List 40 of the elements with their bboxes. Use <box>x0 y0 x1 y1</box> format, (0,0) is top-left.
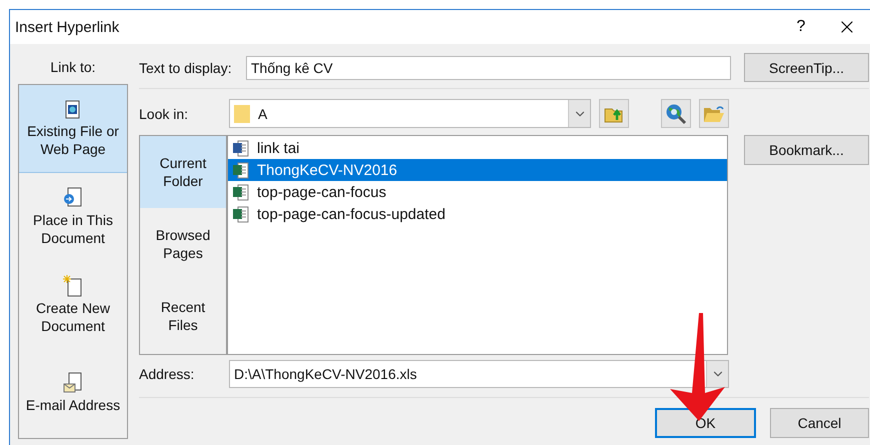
text-to-display-label: Text to display: <box>139 60 233 76</box>
dialog-button[interactable]: Cancel <box>770 408 869 438</box>
folder-icon <box>234 104 250 124</box>
file-list-item[interactable]: top-page-can-focus-updated <box>228 203 727 225</box>
envelope-document-icon <box>63 372 83 394</box>
window-title: Insert Hyperlink <box>15 18 120 36</box>
file-list-item[interactable]: top-page-can-focus <box>228 181 727 203</box>
dropdown-caret-icon[interactable] <box>706 361 728 387</box>
dialog-button[interactable]: OK <box>655 408 756 438</box>
dropdown-caret-icon[interactable] <box>568 100 590 127</box>
document-icon <box>64 100 82 120</box>
screentip-button[interactable]: ScreenTip... <box>744 53 869 82</box>
open-folder-icon[interactable] <box>703 104 725 122</box>
browse-file-button[interactable] <box>699 99 729 128</box>
address-label: Address: <box>139 366 196 382</box>
link-to-label: Link to: <box>49 58 97 77</box>
file-icon <box>232 206 249 222</box>
bookmark-button[interactable]: Bookmark... <box>744 135 869 165</box>
navigation-tab[interactable]: Browsed Pages <box>140 208 226 280</box>
look-in-dropdown[interactable]: A <box>229 99 591 128</box>
help-button[interactable]: ? <box>778 10 824 44</box>
navigation-tab[interactable]: Current Folder <box>140 136 226 208</box>
link-to-option[interactable]: Create New Document <box>19 261 127 349</box>
link-to-option[interactable]: E-mail Address <box>19 349 127 437</box>
address-field[interactable]: D:\A\ThongKeCV-NV2016.xls <box>229 360 729 388</box>
file-list-item[interactable]: ThongKeCV-NV2016 <box>228 159 727 181</box>
navigation-tab[interactable]: Recent Files <box>140 280 226 352</box>
file-list-item[interactable]: link tai <box>228 137 727 159</box>
link-to-option[interactable]: Place in This Document <box>19 173 127 261</box>
up-folder-button[interactable] <box>599 99 629 128</box>
file-icon <box>232 140 249 156</box>
file-icon <box>232 162 249 178</box>
browse-web-button[interactable] <box>661 99 691 128</box>
globe-search-icon[interactable] <box>665 102 687 124</box>
new-document-icon <box>63 274 83 296</box>
link-to-option[interactable]: Existing File or Web Page <box>19 85 127 173</box>
text-to-display-field[interactable]: Thống kê CV <box>246 56 731 80</box>
file-icon <box>232 184 249 200</box>
look-in-label: Look in: <box>139 106 190 122</box>
document-icon <box>63 186 83 208</box>
